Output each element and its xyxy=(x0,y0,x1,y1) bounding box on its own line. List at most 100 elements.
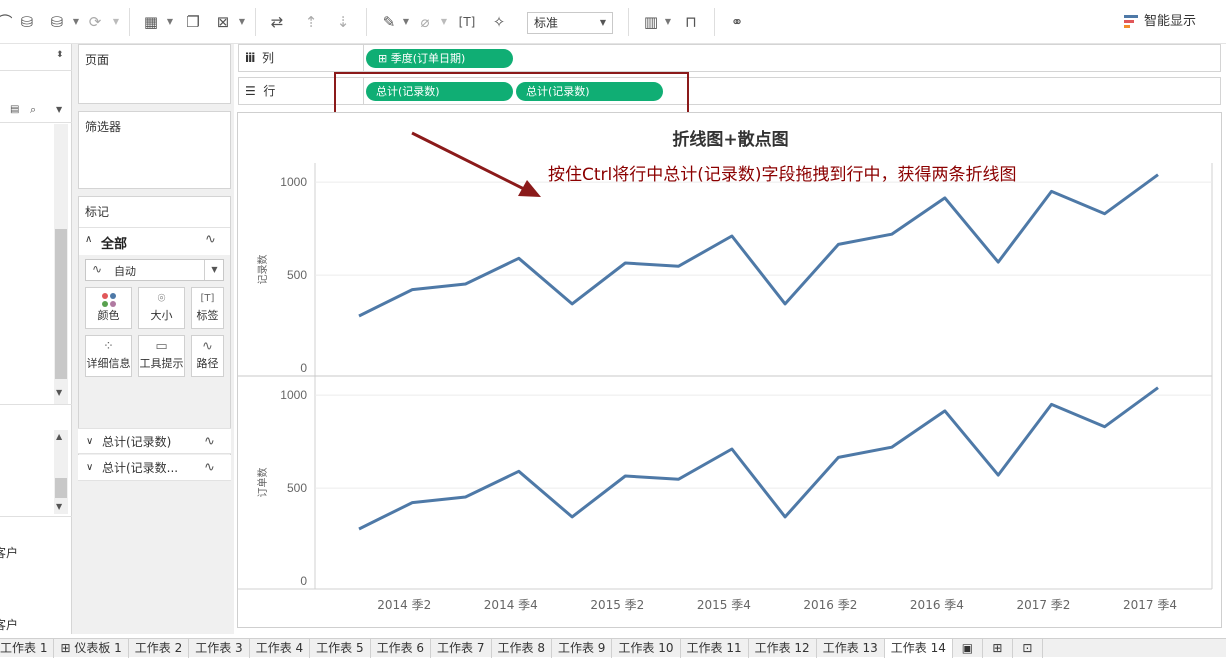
sort-toggle-icon[interactable]: ⬍ xyxy=(56,50,64,60)
label-icon: [T] xyxy=(200,293,215,304)
detail-icon: ⁘ xyxy=(103,339,114,354)
show-labels-icon[interactable]: [T] xyxy=(456,11,478,33)
field-customer[interactable]: 客户 xyxy=(0,544,18,561)
marks-all-row[interactable]: ∧ 全部 ∿ xyxy=(79,227,230,255)
chevron-down-icon[interactable]: ▼ xyxy=(238,11,246,33)
tab-sheet[interactable]: 工作表 13 xyxy=(817,639,885,658)
new-worksheet-icon[interactable]: ▣ xyxy=(953,639,983,658)
tab-sheet[interactable]: 工作表 11 xyxy=(681,639,749,658)
scrollbar-thumb[interactable] xyxy=(55,478,67,498)
detail-label: 详细信息 xyxy=(86,357,131,370)
sort-descending-icon[interactable]: ⇣ xyxy=(332,11,354,33)
marks-subcard-label: 总计(记录数) xyxy=(102,435,172,449)
tab-sheet[interactable]: 工作表 6 xyxy=(371,639,432,658)
chevron-down-icon[interactable]: ▼ xyxy=(440,11,448,33)
smart-show-button[interactable]: 智能显示 xyxy=(1124,11,1196,33)
tab-label: 工作表 11 xyxy=(686,641,742,655)
pin-icon[interactable]: ✧ xyxy=(488,11,510,33)
cards-pane: 页面 筛选器 标记 ∧ 全部 ∿ ∿ 自动 ▼ 颜色 ⌾ 大小 [T] 标签 ⁘… xyxy=(72,44,234,634)
data-source-icon[interactable]: ⌒ xyxy=(0,11,16,33)
tab-sheet[interactable]: 工作表 9 xyxy=(552,639,613,658)
tab-sheet[interactable]: 工作表 1 xyxy=(0,639,55,658)
pages-card[interactable]: 页面 xyxy=(78,44,231,104)
color-button[interactable]: 颜色 xyxy=(85,287,132,329)
scroll-up-icon[interactable]: ▲ xyxy=(56,432,62,441)
line-mark-icon: ∿ xyxy=(204,460,215,475)
filters-card[interactable]: 筛选器 xyxy=(78,111,231,189)
tab-sheet[interactable]: 工作表 5 xyxy=(310,639,371,658)
columns-shelf[interactable]: iii 列 ⊞ 季度(订单日期) xyxy=(238,44,1221,72)
scroll-down-icon[interactable]: ▼ xyxy=(56,388,62,397)
chevron-down-icon[interactable]: ▼ xyxy=(112,11,120,33)
tab-sheet[interactable]: 工作表 7 xyxy=(431,639,492,658)
tooltip-label: 工具提示 xyxy=(139,357,184,370)
new-dashboard-icon[interactable]: ⊞ xyxy=(983,639,1013,658)
label-button[interactable]: [T] 标签 xyxy=(191,287,224,329)
show-cards-icon[interactable]: ▥ xyxy=(640,11,662,33)
tab-sheet[interactable]: 工作表 14 xyxy=(884,639,953,658)
line-mark-icon: ∿ xyxy=(92,262,103,276)
chevron-down-icon[interactable]: ▼ xyxy=(402,11,410,33)
fit-select[interactable]: 标准 ▼ xyxy=(527,12,613,34)
path-icon: ∿ xyxy=(202,339,213,354)
tab-label: 工作表 14 xyxy=(890,641,946,655)
tab-dashboard[interactable]: ⊞ 仪表板 1 xyxy=(54,639,129,658)
x-tick-label: 2014 季2 xyxy=(377,598,431,612)
label-label: 标签 xyxy=(196,309,219,322)
line-chart: 0 500 1000 记录数 0 500 1000 订单数 2014 季2 2014 季4 2015… xyxy=(238,131,1213,612)
tab-sheet[interactable]: 工作表 12 xyxy=(749,639,817,658)
swap-rows-columns-icon[interactable]: ⇄ xyxy=(266,11,288,33)
clear-sheet-icon[interactable]: ⊠ xyxy=(212,11,234,33)
chevron-down-icon[interactable]: ▼ xyxy=(56,105,62,114)
marks-subcard-1[interactable]: ∨ 总计(记录数) ∿ xyxy=(78,428,231,454)
highlight-icon[interactable]: ✎ xyxy=(378,11,400,33)
size-button[interactable]: ⌾ 大小 xyxy=(138,287,185,329)
pause-updates-icon[interactable]: ⛁ xyxy=(46,11,68,33)
path-button[interactable]: ∿ 路径 xyxy=(191,335,224,377)
tab-label: 工作表 13 xyxy=(822,641,878,655)
tab-label: 工作表 10 xyxy=(618,641,674,655)
marks-subcard-2[interactable]: ∨ 总计(记录数... ∿ xyxy=(78,455,231,481)
chart-view: 折线图+散点图 按住Ctrl将行中总计(记录数)字段拖拽到行中，获得两条折线图 … xyxy=(237,112,1222,628)
tab-sheet[interactable]: 工作表 8 xyxy=(492,639,552,658)
new-data-source-icon[interactable]: ⛁ xyxy=(16,11,38,33)
filters-title: 筛选器 xyxy=(85,120,122,134)
detail-button[interactable]: ⁘ 详细信息 xyxy=(85,335,132,377)
presentation-mode-icon[interactable]: ⊓ xyxy=(680,11,702,33)
smart-show-icon xyxy=(1124,14,1138,29)
chevron-up-icon: ∧ xyxy=(85,234,93,245)
new-worksheet-icon[interactable]: ▦ xyxy=(140,11,162,33)
share-icon[interactable]: ⚭ xyxy=(726,11,748,33)
scroll-down-icon[interactable]: ▼ xyxy=(56,502,62,511)
list-view-icon[interactable]: ▤ xyxy=(10,104,19,115)
toolbar-divider xyxy=(255,8,256,36)
mark-type-select[interactable]: ∿ 自动 ▼ xyxy=(85,259,224,281)
size-label: 大小 xyxy=(150,309,173,322)
tooltip-button[interactable]: ▭ 工具提示 xyxy=(138,335,185,377)
tab-sheet[interactable]: 工作表 2 xyxy=(129,639,190,658)
sort-ascending-icon[interactable]: ⇡ xyxy=(300,11,322,33)
marks-all-label: 全部 xyxy=(101,237,128,252)
mark-type-value: 自动 xyxy=(114,265,136,278)
tab-label: 工作表 4 xyxy=(255,641,304,655)
group-icon[interactable]: ⌀ xyxy=(414,11,436,33)
tab-label: 工作表 12 xyxy=(754,641,810,655)
size-icon: ⌾ xyxy=(157,291,166,306)
columns-pill-quarter[interactable]: ⊞ 季度(订单日期) xyxy=(366,49,513,68)
chevron-down-icon[interactable]: ▼ xyxy=(72,11,80,33)
toolbar: ⌒ ⛁ ⛁ ▼ ⟳ ▼ ▦ ▼ ❐ ⊠ ▼ ⇄ ⇡ ⇣ ✎ ▼ ⌀ ▼ [T] … xyxy=(0,0,1226,44)
search-icon[interactable]: ⌕ xyxy=(30,103,36,117)
tab-sheet[interactable]: 工作表 4 xyxy=(250,639,311,658)
scrollbar-thumb[interactable] xyxy=(55,229,67,379)
tab-sheet[interactable]: 工作表 10 xyxy=(612,639,681,658)
chevron-down-icon[interactable]: ▼ xyxy=(664,11,672,33)
fit-select-value: 标准 xyxy=(534,16,559,30)
duplicate-sheet-icon[interactable]: ❐ xyxy=(182,11,204,33)
pages-title: 页面 xyxy=(85,53,110,67)
pane-divider xyxy=(0,516,72,517)
refresh-icon[interactable]: ⟳ xyxy=(84,11,106,33)
tab-sheet[interactable]: 工作表 3 xyxy=(189,639,250,658)
new-story-icon[interactable]: ⊡ xyxy=(1013,639,1043,658)
chevron-down-icon[interactable]: ▼ xyxy=(166,11,174,33)
field-customer[interactable]: 客户 xyxy=(0,616,18,633)
